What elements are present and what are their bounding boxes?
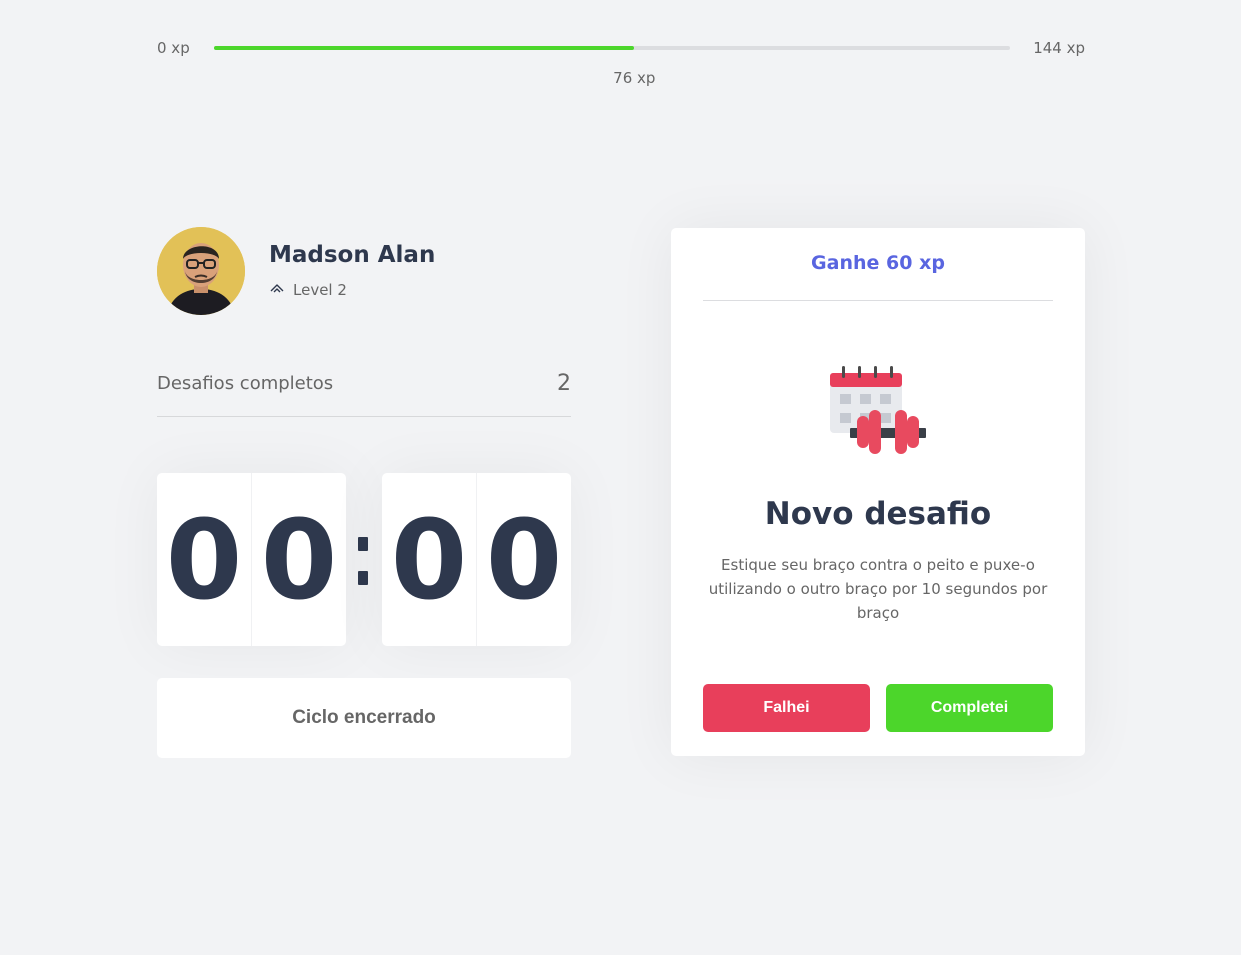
minute-digit-left: 0 [157, 473, 252, 646]
challenge-title: Novo desafio [764, 496, 992, 532]
xp-progress-fill [214, 46, 635, 50]
fail-button[interactable]: Falhei [703, 684, 870, 732]
experience-bar: 0 xp 76 xp 144 xp [157, 36, 1085, 87]
minute-digit-right: 0 [260, 495, 338, 624]
challenge-reward: Ganhe 60 xp [703, 252, 1053, 301]
challenge-card: Ganhe 60 xp Novo desafio Estique seu bra… [671, 228, 1085, 756]
avatar [157, 227, 245, 315]
challenge-description: Estique seu braço contra o peito e puxe-… [708, 556, 1048, 622]
body-exercise-icon [827, 362, 927, 454]
level-label: Level 2 [293, 281, 347, 299]
profile-name: Madson Alan [269, 242, 436, 268]
xp-track: 76 xp [214, 46, 1010, 87]
cycle-finished-button: Ciclo encerrado [157, 678, 571, 758]
countdown: 0 0 0 0 [157, 473, 571, 646]
xp-min-label: 0 xp [157, 39, 190, 57]
profile-level: Level 2 [269, 280, 347, 300]
level-up-icon [269, 280, 285, 300]
second-digit-right: 0 [485, 495, 563, 624]
completed-challenges: Desafios completos 2 [157, 370, 571, 417]
profile: Madson Alan Level 2 [157, 227, 571, 315]
xp-max-label: 144 xp [1033, 39, 1085, 57]
second-digit-left: 0 [382, 473, 477, 646]
countdown-separator [358, 537, 368, 585]
completed-challenges-count: 2 [557, 371, 571, 396]
completed-challenges-label: Desafios completos [157, 373, 334, 394]
xp-current-label: 76 xp [613, 69, 656, 87]
countdown-seconds: 0 0 [382, 473, 571, 646]
countdown-minutes: 0 0 [157, 473, 346, 646]
complete-button[interactable]: Completei [886, 684, 1053, 732]
